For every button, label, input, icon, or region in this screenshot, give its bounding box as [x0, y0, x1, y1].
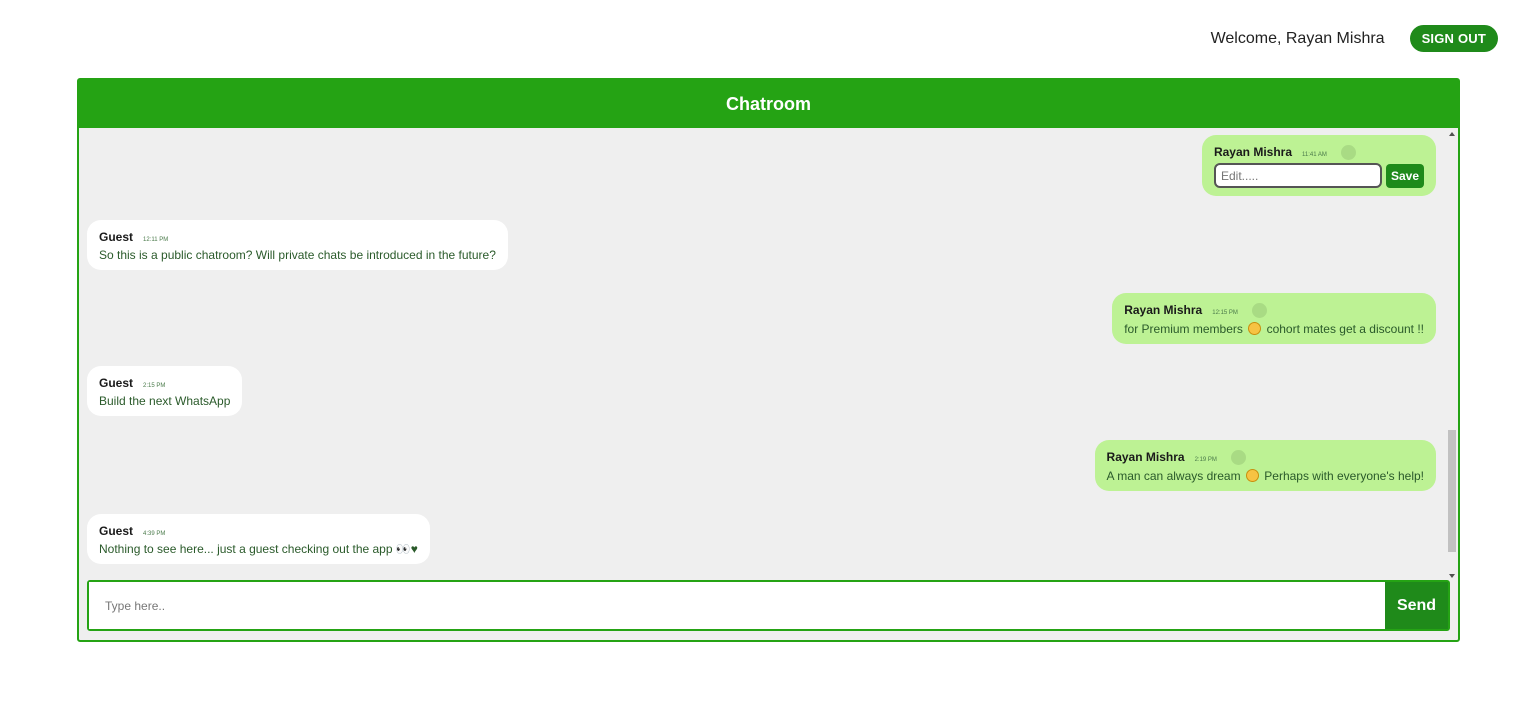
scroll-thumb[interactable]	[1448, 430, 1456, 552]
message-text-part: Perhaps with everyone's help!	[1264, 469, 1424, 483]
message-options-icon[interactable]	[1340, 145, 1356, 160]
message-list[interactable]: Rayan Mishra 11:41 AM Save Guest 12:11 P…	[79, 128, 1458, 582]
sign-out-button[interactable]: SIGN OUT	[1409, 25, 1498, 52]
scroll-down-arrow-icon[interactable]	[1449, 574, 1455, 578]
message-text: Build the next WhatsApp	[99, 394, 231, 408]
save-edit-button[interactable]: Save	[1385, 163, 1424, 188]
message-options-icon[interactable]	[1251, 303, 1267, 318]
message-bubble-guest: Guest 2:15 PM Build the next WhatsApp	[87, 366, 243, 416]
message-time: 12:11 PM	[143, 237, 169, 243]
message-bubble-own: Rayan Mishra 12:15 PM for Premium member…	[1112, 293, 1436, 344]
welcome-text: Welcome, Rayan Mishra	[1210, 29, 1385, 47]
message-bubble-own: Rayan Mishra 2:19 PM A man can always dr…	[1094, 440, 1436, 491]
scroll-up-arrow-icon[interactable]	[1449, 132, 1455, 136]
message-options-icon[interactable]	[1230, 450, 1246, 465]
chatroom-panel: Chatroom Rayan Mishra 11:41 AM Save Gues…	[77, 78, 1460, 642]
message-author: Guest	[99, 376, 134, 390]
message-text-part: for Premium members	[1124, 322, 1243, 336]
message-time: 12:15 PM	[1212, 310, 1238, 316]
grinning-face-emoji-icon	[1248, 322, 1262, 335]
edit-message-input[interactable]	[1213, 163, 1382, 188]
message-time: 4:39 PM	[143, 531, 166, 537]
chatroom-header: Chatroom	[79, 80, 1458, 128]
message-scrollbar[interactable]	[1446, 128, 1458, 582]
message-text-part: cohort mates get a discount !!	[1266, 322, 1424, 336]
smiling-face-emoji-icon	[1245, 469, 1259, 482]
top-bar: Welcome, Rayan Mishra SIGN OUT	[1211, 25, 1498, 52]
message-text: for Premium members cohort mates get a d…	[1124, 322, 1424, 336]
message-time: 11:41 AM	[1302, 152, 1327, 158]
message-composer: Send	[87, 580, 1450, 631]
message-time: 2:19 PM	[1194, 457, 1217, 463]
message-bubble-own: Rayan Mishra 11:41 AM Save	[1201, 135, 1436, 196]
message-text: A man can always dream Perhaps with ever…	[1107, 469, 1424, 483]
chatroom-title: Chatroom	[726, 93, 811, 114]
message-author: Rayan Mishra	[1106, 450, 1185, 464]
message-bubble-guest: Guest 4:39 PM Nothing to see here... jus…	[87, 514, 430, 564]
message-author: Guest	[99, 524, 134, 538]
message-text: So this is a public chatroom? Will priva…	[99, 248, 496, 262]
message-input[interactable]	[89, 582, 1385, 629]
message-bubble-guest: Guest 12:11 PM So this is a public chatr…	[87, 220, 508, 270]
send-button[interactable]: Send	[1385, 582, 1448, 629]
message-time: 2:15 PM	[143, 383, 166, 389]
message-author: Rayan Mishra	[1213, 145, 1292, 159]
message-text: Nothing to see here... just a guest chec…	[99, 542, 418, 556]
message-author: Rayan Mishra	[1124, 303, 1203, 317]
message-author: Guest	[99, 230, 134, 244]
message-text-part: A man can always dream	[1106, 469, 1241, 483]
